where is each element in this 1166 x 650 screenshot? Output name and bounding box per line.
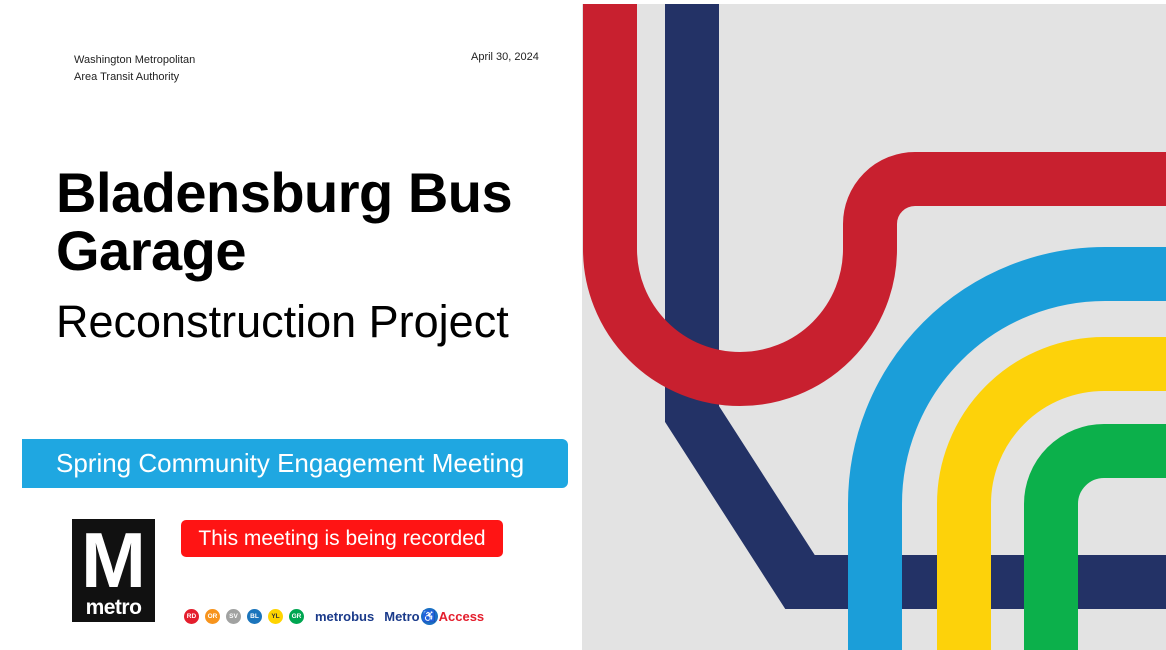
line-badge-icon: RD xyxy=(184,608,199,624)
title-slide: Washington Metropolitan Area Transit Aut… xyxy=(0,0,1166,650)
line-badge-icon: OR xyxy=(205,608,220,624)
metroaccess-part-2: Access xyxy=(438,608,485,624)
presentation-date: April 30, 2024 xyxy=(471,51,539,63)
metrobus-logo: metrobus xyxy=(315,608,375,624)
line-badge-icon: SV xyxy=(226,608,241,624)
metroaccess-part-1: Metro xyxy=(384,608,420,624)
organization-name: Washington Metropolitan Area Transit Aut… xyxy=(74,52,195,86)
service-logos: RD OR SV BL YL GR metrobus Metro ♿ Acces… xyxy=(184,606,484,626)
metro-logo: M metro xyxy=(72,519,155,622)
org-line-1: Washington Metropolitan xyxy=(74,54,196,66)
metroaccess-logo: Metro ♿ Access xyxy=(384,607,485,625)
metro-logo-letter: M xyxy=(81,516,146,604)
wheelchair-icon: ♿ xyxy=(420,607,438,625)
recording-notice: This meeting is being recorded xyxy=(181,520,503,557)
transit-lines-artwork xyxy=(582,4,1166,650)
title-line-2: Garage xyxy=(56,219,247,282)
title-line-1: Bladensburg Bus xyxy=(56,161,513,224)
line-badge-icon: BL xyxy=(247,608,262,624)
line-badge-icon: YL xyxy=(268,608,283,624)
slide-title: Bladensburg Bus Garage xyxy=(56,161,513,282)
line-badge-icon: GR xyxy=(289,608,304,624)
org-line-2: Area Transit Authority xyxy=(74,71,180,83)
meeting-banner: Spring Community Engagement Meeting xyxy=(22,439,568,488)
slide-subtitle: Reconstruction Project xyxy=(56,296,509,347)
